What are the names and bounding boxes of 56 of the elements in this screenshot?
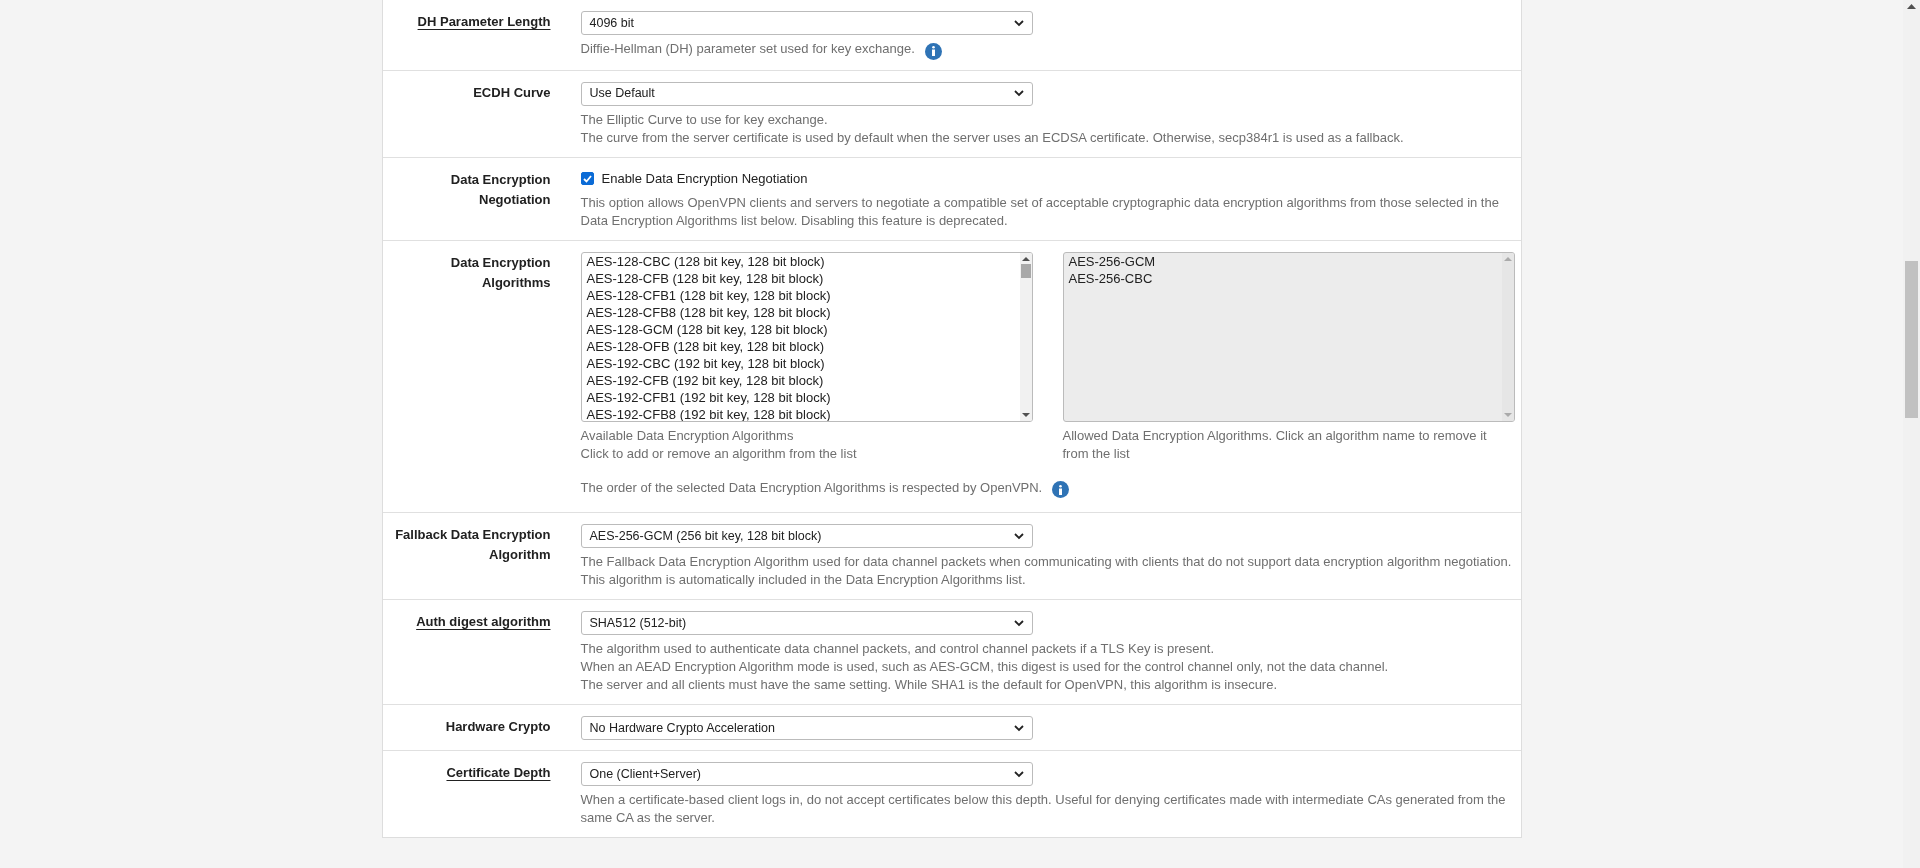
field-label: Data Encryption Negotiation [450, 171, 551, 207]
select-field[interactable]: One (Client+Server) [580, 762, 1033, 786]
scrollbar[interactable] [1019, 252, 1032, 421]
scroll-down-icon[interactable] [1021, 411, 1030, 418]
help-text: This option allows OpenVPN clients and servers to negotiate a compatible set of acceptable cryptographic data encryption algorithms from those selected in the Data Encryption Algorithms list below. Disabling this feature is deprecated. [580, 194, 1499, 228]
field-label-link[interactable]: Auth digest algorithm [416, 614, 551, 629]
help-text: The curve from the server certificate is used by default when the server uses an ECDSA certificate. Otherwise, secp384r1 is used as a fallback. [580, 129, 1404, 145]
help-text: The server and all clients must have the same setting. While SHA1 is the default for OpenVPN, this algorithm is insecure. [580, 677, 1278, 692]
caret-icon [1013, 724, 1024, 732]
help-text: Available Data Encryption Algorithms [580, 427, 794, 443]
field-label: Data Encryption Algorithms [450, 254, 551, 290]
caret-icon [1013, 90, 1024, 97]
scroll-thumb[interactable] [1020, 263, 1031, 278]
help-text: The Fallback Data Encryption Algorithm used for data channel packets when communicating with clients that do not support data encryption algorithm negotiation. This algorithm is automatically included in the Data Encryption Algorithms list. [580, 554, 1512, 587]
caret-icon [1013, 770, 1024, 778]
info-icon[interactable] [1052, 481, 1070, 498]
field-label-link[interactable]: Certificate Depth [446, 765, 551, 780]
list-option[interactable]: AES-192-CFB1 (192 bit key, 128 bit block) [586, 388, 1015, 406]
list-option[interactable]: AES-192-CFB8 (192 bit key, 128 bit block) [586, 405, 1015, 421]
scroll-thumb[interactable] [1905, 261, 1918, 418]
list-option[interactable]: AES-192-CBC (192 bit key, 128 bit block) [586, 354, 1015, 372]
list-option[interactable]: AES-128-CFB (128 bit key, 128 bit block) [586, 269, 1015, 287]
select-field[interactable]: No Hardware Crypto Acceleration [580, 716, 1033, 740]
list-option[interactable]: AES-256-GCM [1068, 252, 1497, 270]
list-option[interactable]: AES-128-CFB8 (128 bit key, 128 bit block) [586, 303, 1015, 321]
info-icon[interactable] [924, 42, 942, 60]
help-text: The Elliptic Curve to use for key exchange. [580, 111, 828, 127]
caret-icon [1013, 619, 1024, 627]
caret-icon [1013, 19, 1024, 27]
list-option[interactable]: AES-256-CBC [1068, 269, 1497, 287]
list-option[interactable]: AES-128-CFB1 (128 bit key, 128 bit block) [586, 286, 1015, 304]
help-text: The algorithm used to authenticate data channel packets, and control channel packets if a TLS Key is present. [580, 641, 1215, 656]
field-label-link[interactable]: DH Parameter Length [417, 14, 551, 29]
help-text: Diffie-Hellman (DH) parameter set used for key exchange. [580, 41, 915, 56]
help-text: When a certificate-based client logs in, do not accept certificates below this depth. Useful for denying certificates made with intermediate CAs generated from the same CA as the server. [580, 792, 1506, 825]
list-option[interactable]: AES-128-GCM (128 bit key, 128 bit block) [586, 320, 1015, 338]
scroll-up-icon[interactable] [1907, 4, 1916, 9]
caret-icon [1013, 532, 1024, 540]
list-option[interactable]: AES-128-CBC (128 bit key, 128 bit block) [586, 252, 1015, 270]
select-field[interactable]: Use Default [580, 81, 1033, 106]
help-text: Click to add or remove an algorithm from the list [580, 445, 857, 461]
allowed-algorithms-list[interactable]: AES-256-GCM AES-256-CBC [1062, 251, 1515, 422]
checkbox[interactable] [580, 172, 594, 185]
list-option[interactable]: AES-128-OFB (128 bit key, 128 bit block) [586, 337, 1015, 355]
field-label: ECDH Curve [473, 84, 551, 100]
select-field[interactable]: 4096 bit [580, 11, 1033, 35]
list-option[interactable]: AES-192-CFB (192 bit key, 128 bit block) [586, 371, 1015, 389]
available-algorithms-list[interactable] [580, 251, 1033, 422]
help-text: Allowed Data Encryption Algorithms. Click an algorithm name to remove it from the list [1062, 427, 1487, 461]
checkbox-label[interactable]: Enable Data Encryption Negotiation [601, 168, 808, 189]
field-label: Fallback Data Encryption Algorithm [395, 527, 551, 562]
help-text: When an AEAD Encryption Algorithm mode is used, such as AES-GCM, this digest is used for the control channel only, not the data channel. [580, 659, 1389, 674]
help-text: The order of the selected Data Encryption Algorithms is respected by OpenVPN. [580, 479, 1043, 495]
field-label: Hardware Crypto [445, 719, 551, 734]
select-field[interactable]: AES-256-GCM (256 bit key, 128 bit block) [580, 524, 1033, 548]
select-field[interactable]: SHA512 (512-bit) [580, 611, 1033, 635]
